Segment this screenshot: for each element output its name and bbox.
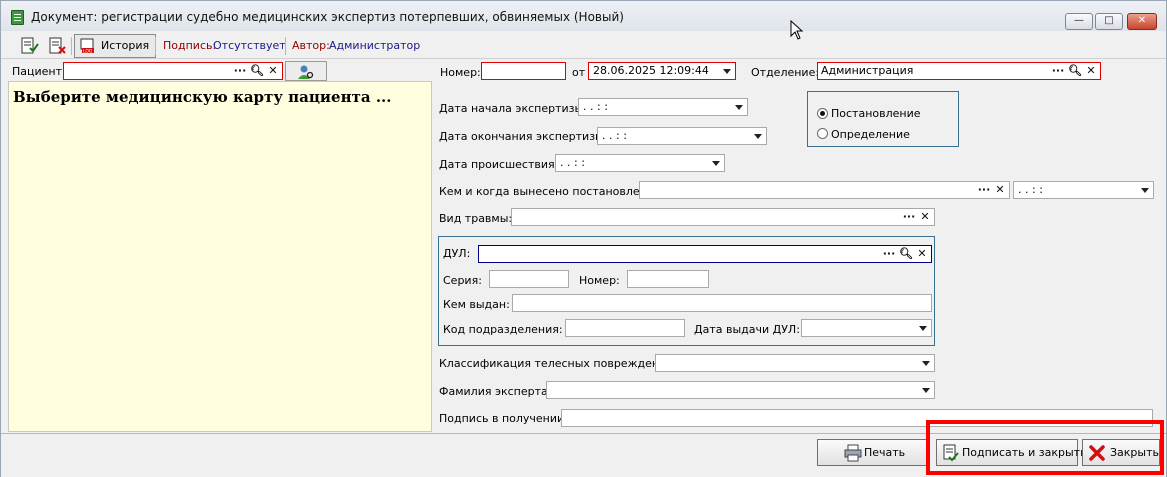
window-title: Документ: регистрации судебно медицински… (31, 10, 624, 24)
history-log-icon: LOG (80, 38, 94, 55)
signature-status-label: Подпись: (163, 39, 217, 52)
minimize-button[interactable]: — (1065, 13, 1093, 30)
issued-by-label: Кем и когда вынесено постановление: (439, 185, 665, 198)
incident-date-dropdown[interactable]: . . : : (555, 154, 725, 172)
svg-text:LOG: LOG (83, 49, 93, 55)
toolbar: LOG История Подпись: Отсутствует Автор: … (1, 33, 1166, 59)
series-label: Серия: (443, 274, 482, 287)
save-document-icon[interactable] (19, 36, 39, 56)
chevron-down-icon (723, 69, 731, 74)
radio-opredelenie[interactable] (817, 128, 828, 139)
exam-start-label: Дата начала экспертизы: (439, 102, 587, 115)
injury-type-field[interactable]: ··· ✕ (511, 208, 935, 226)
ellipsis-icon[interactable]: ··· (232, 64, 248, 78)
subdivision-code-field[interactable] (565, 319, 685, 337)
author-value: Администратор (329, 39, 421, 52)
number-label: Номер: (440, 66, 481, 79)
department-label: Отделение: (751, 66, 820, 79)
chevron-down-icon (754, 134, 762, 139)
expert-label: Фамилия эксперта: (439, 385, 552, 398)
document-app-icon (11, 10, 24, 25)
exam-start-dropdown[interactable]: . . : : (578, 98, 748, 116)
issued-by-dul-field[interactable] (512, 294, 932, 312)
exam-start-value: . . : : (583, 100, 608, 113)
document-window: Документ: регистрации судебно медицински… (0, 0, 1167, 477)
document-date-value: 28.06.2025 12:09:44 (593, 64, 709, 77)
toolbar-separator (285, 37, 286, 55)
patient-label: Пациент: (12, 65, 66, 78)
title-bar: Документ: регистрации судебно медицински… (1, 1, 1166, 31)
printer-icon (844, 444, 862, 462)
document-date-dropdown[interactable]: 28.06.2025 12:09:44 (588, 62, 736, 80)
date-from-label: от (572, 66, 586, 79)
issued-date-value: . . : : (1018, 183, 1043, 196)
subdivision-code-label: Код подразделения: (443, 323, 563, 336)
series-field[interactable] (489, 270, 569, 288)
dul-issue-date-dropdown[interactable] (801, 319, 932, 337)
classification-label: Классификация телесных повреждений: (439, 357, 678, 370)
radio-opredelenie-label: Определение (831, 128, 910, 141)
search-icon[interactable]: 🔍︎ (249, 64, 265, 78)
select-patient-button[interactable] (285, 61, 327, 81)
print-label: Печать (864, 446, 906, 459)
chevron-down-icon (712, 161, 720, 166)
dul-number-label: Номер: (579, 274, 620, 287)
ellipsis-icon[interactable]: ··· (901, 210, 917, 224)
person-search-icon (298, 65, 314, 79)
ellipsis-icon[interactable]: ··· (976, 183, 992, 197)
signature-status-value: Отсутствует (213, 39, 286, 52)
chevron-down-icon (735, 105, 743, 110)
close-window-button[interactable]: ✕ (1127, 13, 1157, 30)
clear-icon[interactable]: ✕ (265, 64, 281, 78)
ellipsis-icon[interactable]: ··· (1050, 64, 1066, 78)
select-patient-message: Выберите медицинскую карту пациента ... (13, 88, 392, 106)
incident-date-value: . . : : (560, 156, 585, 169)
print-button[interactable]: Печать (817, 439, 927, 466)
delete-document-icon[interactable] (47, 36, 67, 56)
chevron-down-icon (922, 361, 930, 366)
classification-dropdown[interactable] (655, 354, 935, 372)
patient-panel: Выберите медицинскую карту пациента ... (8, 81, 432, 432)
issued-date-dropdown[interactable]: . . : : (1013, 181, 1154, 199)
radio-postanovlenie[interactable] (817, 108, 828, 119)
patient-field[interactable]: ··· 🔍︎ ✕ (63, 62, 283, 80)
exam-end-label: Дата окончания экспертизы: (439, 130, 608, 143)
toolbar-separator (155, 37, 156, 55)
search-icon[interactable]: 🔍︎ (898, 247, 914, 261)
dul-label: ДУЛ: (443, 247, 471, 260)
clear-icon[interactable]: ✕ (914, 247, 930, 261)
dul-number-field[interactable] (627, 270, 709, 288)
incident-date-label: Дата происшествия: (439, 158, 559, 171)
clear-icon[interactable]: ✕ (1083, 64, 1099, 78)
radio-postanovlenie-label: Постановление (831, 107, 921, 120)
dul-issue-date-label: Дата выдачи ДУЛ: (694, 323, 800, 336)
author-label: Автор: (292, 39, 330, 52)
chevron-down-icon (919, 326, 927, 331)
maximize-button[interactable]: □ (1095, 13, 1123, 30)
expert-dropdown[interactable] (546, 381, 935, 399)
dul-field[interactable]: ··· 🔍︎ ✕ (478, 245, 932, 263)
history-button[interactable]: LOG История (74, 34, 157, 58)
search-icon[interactable]: 🔍︎ (1067, 64, 1083, 78)
decision-type-group: Постановление Определение (807, 91, 959, 147)
issued-by-dul-label: Кем выдан: (443, 298, 510, 311)
clear-icon[interactable]: ✕ (917, 210, 933, 224)
exam-end-dropdown[interactable]: . . : : (597, 127, 767, 145)
mouse-cursor-icon (790, 20, 804, 40)
signature-receipt-label: Подпись в получении: (439, 412, 568, 425)
department-field[interactable]: Администрация ··· 🔍︎ ✕ (817, 62, 1101, 80)
issued-by-field[interactable]: ··· ✕ (639, 181, 1010, 199)
history-label: История (101, 39, 150, 52)
chevron-down-icon (922, 388, 930, 393)
clear-icon[interactable]: ✕ (992, 183, 1008, 197)
exam-end-value: . . : : (602, 129, 627, 142)
chevron-down-icon (1141, 188, 1149, 193)
dul-group: ДУЛ: ··· 🔍︎ ✕ Серия: Номер: Кем выдан: К… (438, 236, 935, 346)
department-value: Администрация (821, 64, 914, 77)
ellipsis-icon[interactable]: ··· (881, 247, 897, 261)
toolbar-separator (71, 37, 72, 55)
highlight-box (926, 420, 1164, 475)
number-field[interactable] (481, 62, 566, 80)
injury-type-label: Вид травмы: (439, 212, 513, 225)
